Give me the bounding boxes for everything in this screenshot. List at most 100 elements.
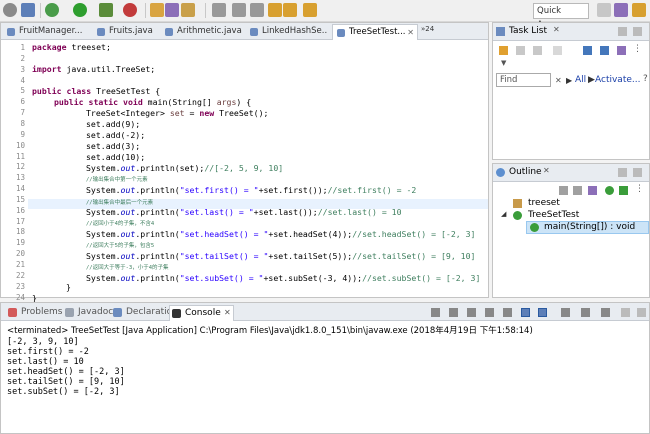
tab-arithmetic[interactable]: Arithmetic.java — [161, 24, 243, 40]
forward-icon[interactable] — [303, 3, 317, 17]
collapse-all-icon[interactable] — [583, 46, 592, 55]
console-output-line: set.tailSet() = [9, 10] — [7, 377, 125, 387]
outline-method-item[interactable]: main(String[]) : void — [544, 222, 635, 232]
hide-fields-icon[interactable] — [573, 186, 582, 195]
outline-class-item[interactable]: TreeSetTest — [528, 210, 579, 220]
hide-static-icon[interactable] — [588, 186, 597, 195]
perspective-icon[interactable] — [597, 3, 611, 17]
run-icon[interactable] — [73, 3, 87, 17]
view-menu-icon[interactable]: ⋮ — [635, 184, 644, 194]
save-icon[interactable] — [21, 3, 35, 17]
chevron-down-icon[interactable]: ◢ — [501, 210, 506, 218]
line-number: 11 — [15, 151, 25, 161]
code-line-10[interactable]: set.add(3); — [86, 141, 140, 152]
chevron-down-icon[interactable]: ▼ — [501, 59, 506, 67]
find-input[interactable]: Find — [496, 73, 551, 87]
activate-link[interactable]: Activate... — [595, 75, 640, 85]
filter-icon[interactable] — [533, 46, 542, 55]
debug-icon[interactable] — [45, 3, 59, 17]
find-clear-icon[interactable]: ✕ — [555, 76, 562, 85]
last-edit-icon[interactable] — [268, 3, 282, 17]
annotation-icon[interactable] — [212, 3, 226, 17]
hide-local-types-icon[interactable] — [619, 186, 628, 195]
console-output-line: set.subSet() = [-2, 3] — [7, 387, 120, 397]
coverage-icon[interactable] — [99, 3, 113, 17]
tabs-overflow-button[interactable]: »24 — [421, 25, 434, 33]
java-ee-perspective-icon[interactable] — [614, 3, 628, 17]
code-line-8[interactable]: set.add(9); — [86, 119, 140, 130]
external-tools-icon[interactable] — [123, 3, 137, 17]
code-line-5[interactable]: public class TreeSetTest { — [32, 86, 160, 97]
hide-nonpublic-icon[interactable] — [605, 186, 614, 195]
maximize-icon[interactable] — [637, 308, 646, 317]
maximize-icon[interactable] — [633, 168, 642, 177]
open-task-icon[interactable] — [165, 3, 179, 17]
close-icon[interactable]: ✕ — [224, 306, 231, 320]
console-output-line: [-2, 3, 9, 10] — [7, 337, 79, 347]
scroll-lock-icon[interactable] — [503, 308, 512, 317]
minimize-icon[interactable] — [618, 27, 627, 36]
editor-tab-bar: FruitManager... Fruits.java Arithmetic.j… — [1, 23, 488, 40]
terminate-icon[interactable] — [431, 308, 440, 317]
sort-icon[interactable] — [559, 186, 568, 195]
code-line-6[interactable]: public static void main(String[] args) { — [54, 97, 251, 108]
new-task-icon[interactable] — [499, 46, 508, 55]
back-icon[interactable] — [283, 3, 297, 17]
code-line-1[interactable]: package treeset; — [32, 42, 111, 53]
all-link[interactable]: All — [575, 75, 586, 85]
open-type-icon[interactable] — [150, 3, 164, 17]
sync-icon[interactable] — [553, 46, 562, 55]
focus-icon[interactable] — [600, 46, 609, 55]
view-menu-icon[interactable]: ⋮ — [633, 44, 642, 54]
categorize-icon[interactable] — [516, 46, 525, 55]
remove-all-icon[interactable] — [467, 308, 476, 317]
help-icon[interactable]: ? — [643, 74, 648, 84]
outline-package-item[interactable]: treeset — [528, 198, 560, 208]
code-line-16[interactable]: System.out.println("set.last() = "+set.l… — [86, 207, 402, 218]
close-icon[interactable]: ✕ — [553, 25, 560, 34]
quick-access-input[interactable]: Quick Access — [533, 3, 589, 30]
code-line-7[interactable]: TreeSet<Integer> set = new TreeSet(); — [86, 108, 268, 119]
tab-javadoc[interactable]: Javadoc — [63, 305, 113, 321]
pin-console-icon[interactable] — [561, 308, 570, 317]
line-number: 23 — [15, 281, 25, 291]
minimize-icon[interactable] — [621, 308, 630, 317]
clear-console-icon[interactable] — [485, 308, 494, 317]
code-line-23[interactable]: } — [66, 282, 71, 293]
tab-fruitmanager[interactable]: FruitManager... — [3, 24, 83, 40]
maximize-icon[interactable] — [633, 27, 642, 36]
next-annotation-icon[interactable] — [232, 3, 246, 17]
code-line-14[interactable]: System.out.println("set.first() = "+set.… — [86, 185, 416, 196]
tab-console[interactable]: Console ✕ — [169, 305, 234, 321]
code-line-20[interactable]: System.out.println("set.tailSet() = "+se… — [86, 251, 475, 262]
search-icon[interactable] — [181, 3, 195, 17]
tab-declaration[interactable]: Declaration — [111, 305, 178, 321]
show-on-stdout-icon[interactable] — [521, 308, 530, 317]
code-line-22[interactable]: System.out.println("set.subSet() = "+set… — [86, 273, 480, 284]
code-line-18[interactable]: System.out.println("set.headSet() = "+se… — [86, 229, 475, 240]
code-line-9[interactable]: set.add(-2); — [86, 130, 145, 141]
code-line-11[interactable]: set.add(10); — [86, 152, 145, 163]
java-file-icon — [337, 29, 345, 37]
tab-linkedhashset[interactable]: LinkedHashSe... — [246, 24, 328, 40]
display-console-icon[interactable] — [581, 308, 590, 317]
tab-fruits[interactable]: Fruits.java — [93, 24, 158, 40]
show-on-stderr-icon[interactable] — [538, 308, 547, 317]
class-icon — [513, 211, 522, 220]
minimize-icon[interactable] — [618, 168, 627, 177]
tab-treesettest[interactable]: TreeSetTest... ✕ — [332, 24, 418, 40]
open-console-icon[interactable] — [601, 308, 610, 317]
hide-completed-icon[interactable] — [617, 46, 626, 55]
code-line-3[interactable]: import java.util.TreeSet; — [32, 64, 155, 75]
new-icon[interactable] — [3, 3, 17, 17]
close-icon[interactable]: ✕ — [543, 166, 550, 175]
code-line-12[interactable]: System.out.println(set);//[-2, 5, 9, 10] — [86, 163, 283, 174]
java-perspective-icon[interactable] — [632, 3, 646, 17]
close-icon[interactable]: ✕ — [407, 25, 414, 40]
prev-annotation-icon[interactable] — [250, 3, 264, 17]
line-number: 8 — [20, 118, 25, 128]
tab-problems[interactable]: Problems — [6, 305, 62, 321]
remove-launch-icon[interactable] — [449, 308, 458, 317]
task-list-icon — [496, 27, 505, 36]
package-icon — [513, 199, 522, 208]
